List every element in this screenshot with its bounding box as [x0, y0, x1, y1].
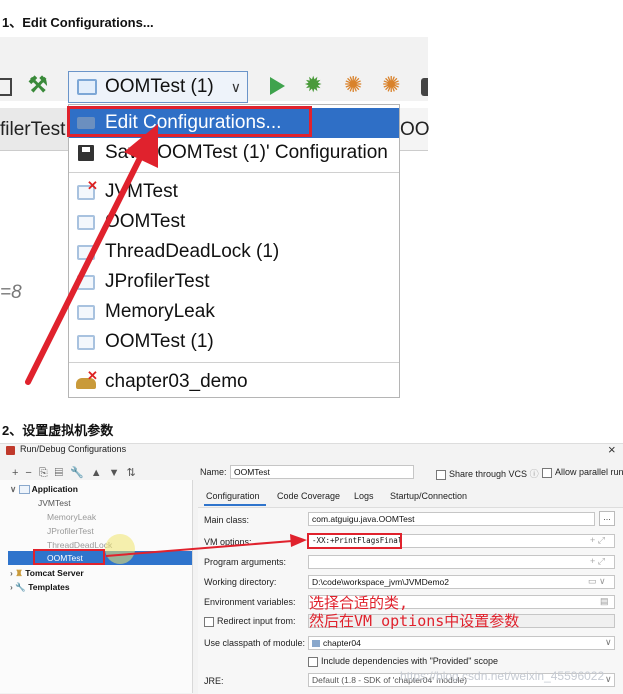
- red-arrow-step2: [105, 534, 307, 557]
- arrow-shaft: [105, 540, 293, 557]
- watermark: https://blog.csdn.net/weixin_45596022: [400, 669, 605, 683]
- arrow-head: [290, 534, 307, 547]
